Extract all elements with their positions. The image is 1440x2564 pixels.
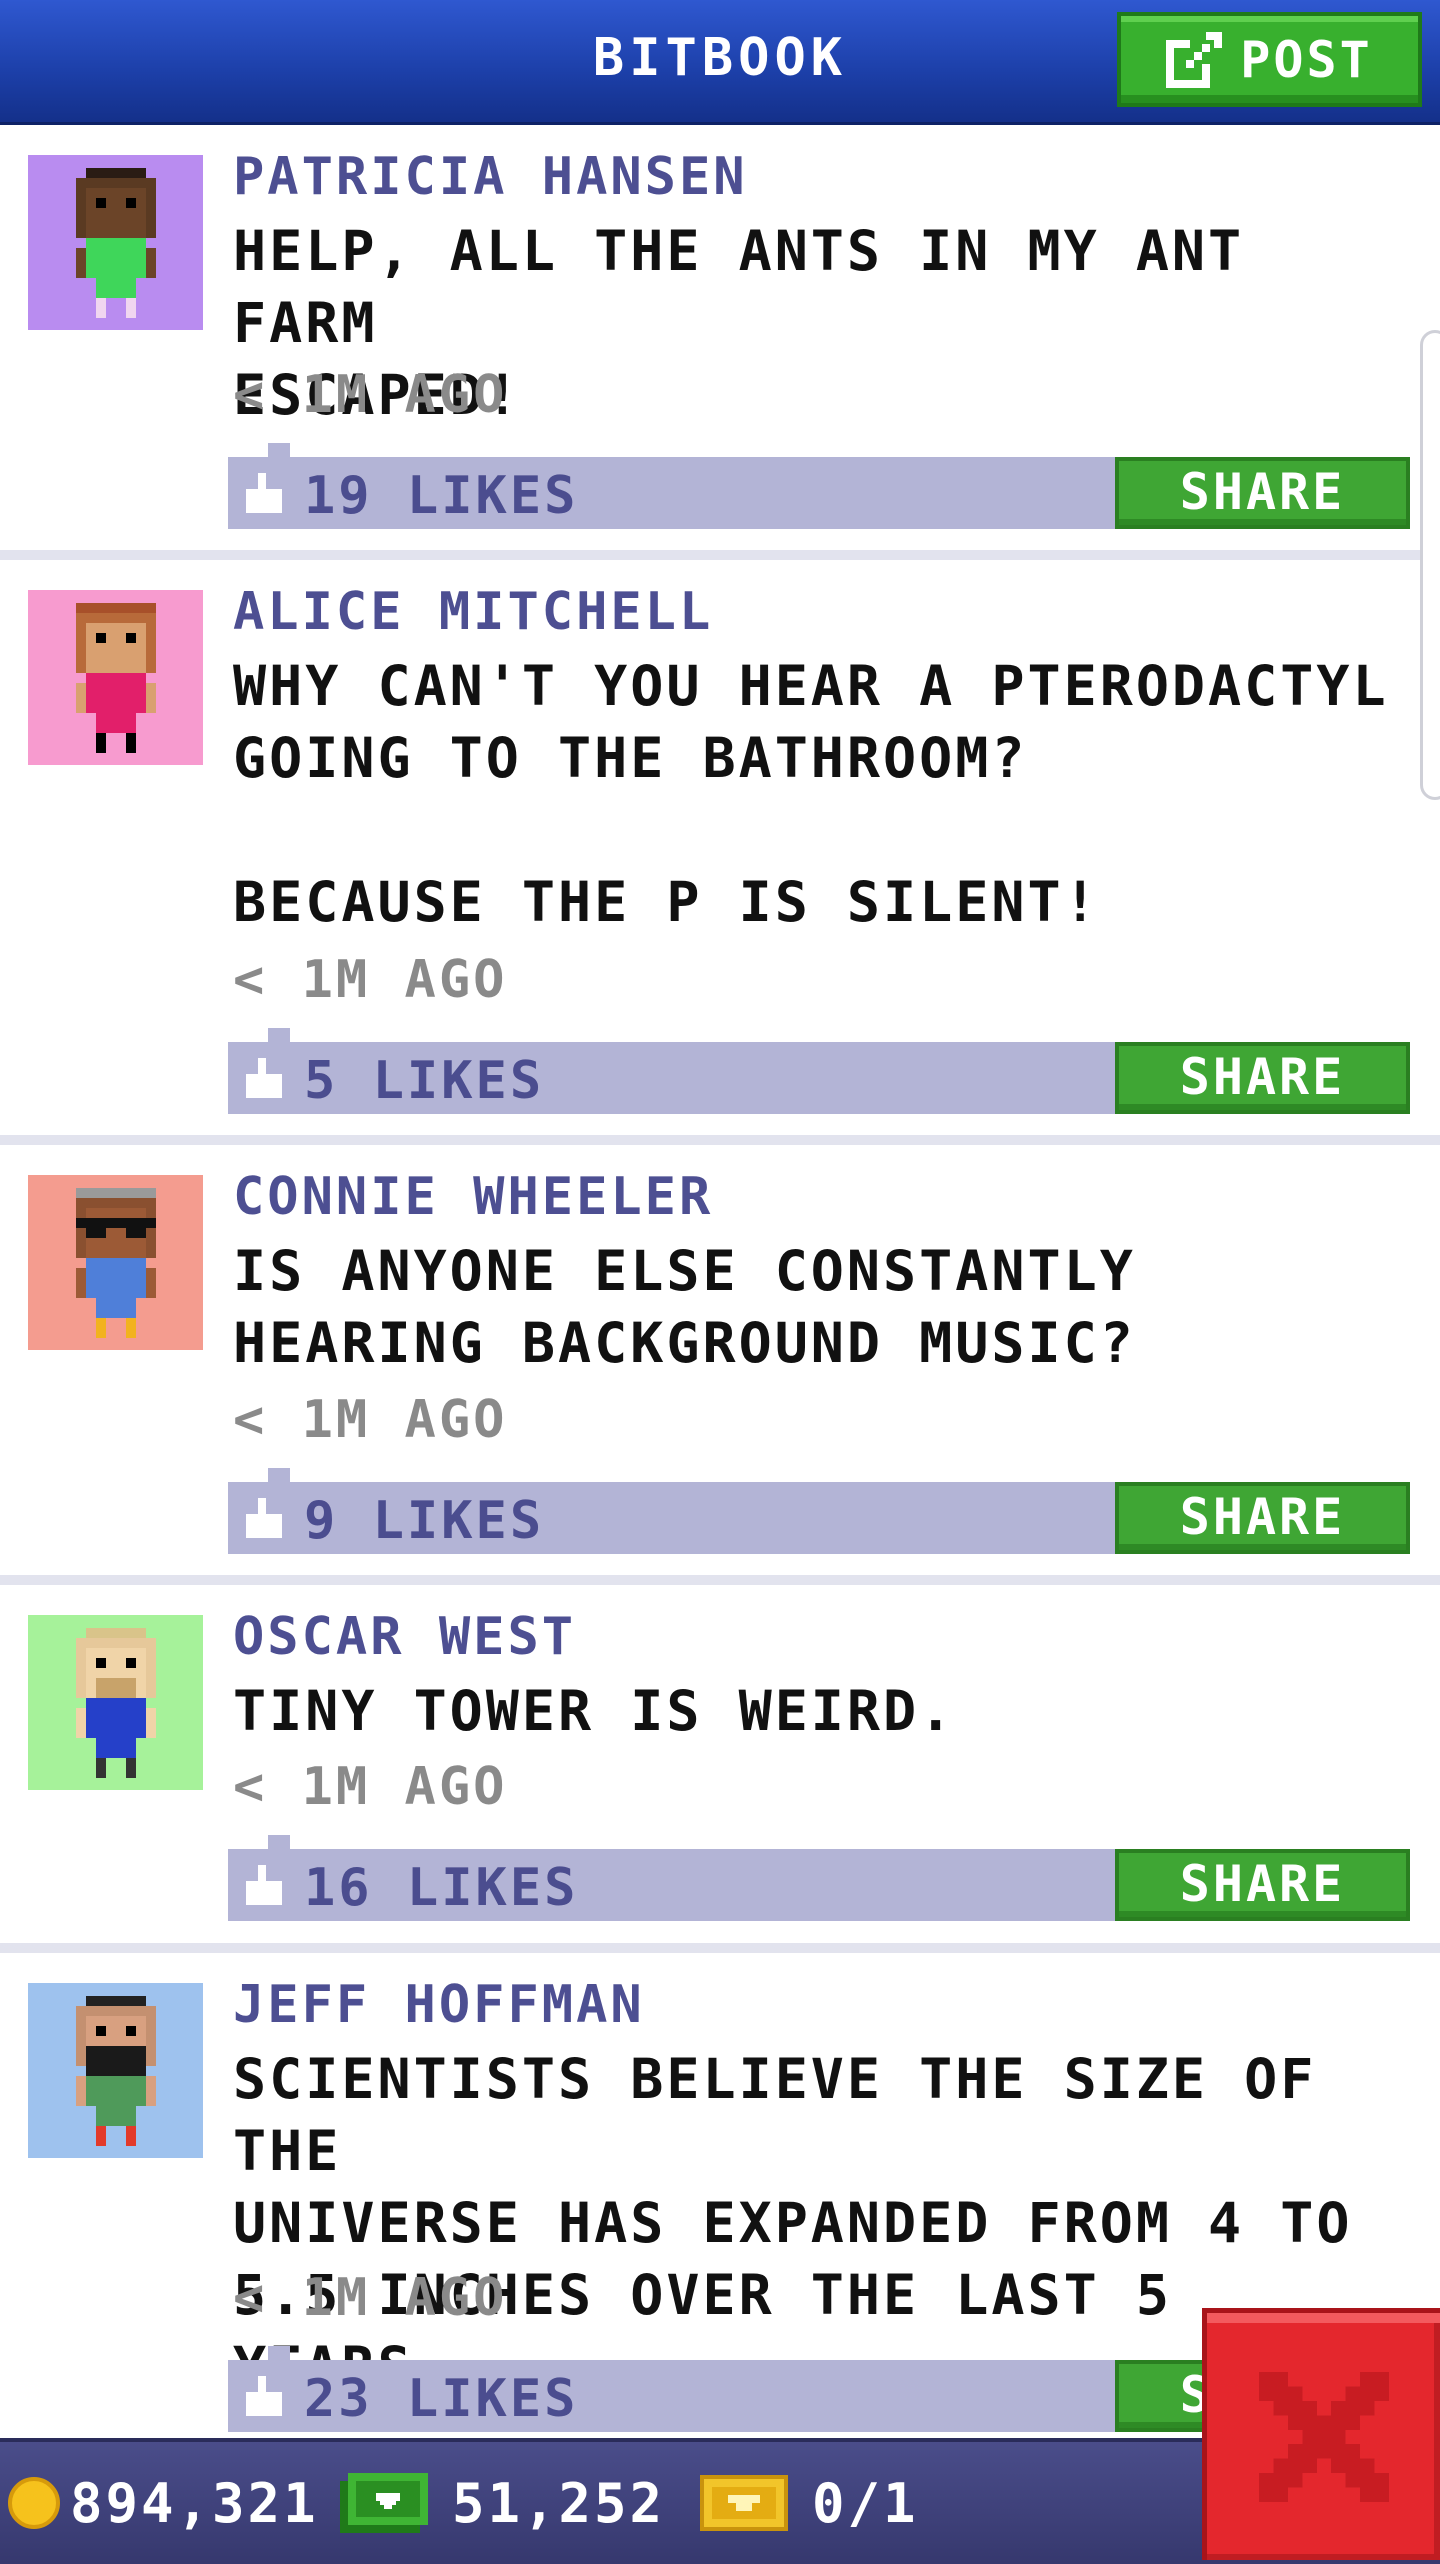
character-sprite bbox=[75, 1995, 156, 2146]
character-sprite bbox=[75, 1627, 156, 1778]
thumbs-up-icon[interactable] bbox=[242, 1865, 286, 1905]
post-author[interactable]: OSCAR WEST bbox=[233, 1607, 576, 1667]
like-count: 23 LIKES bbox=[304, 2369, 579, 2429]
close-button[interactable] bbox=[1202, 2308, 1440, 2560]
post-timestamp: < 1M AGO bbox=[233, 365, 508, 425]
tickets-stat: 0/1 bbox=[700, 2442, 919, 2564]
post-author[interactable]: JEFF HOFFMAN bbox=[233, 1975, 645, 2035]
avatar bbox=[28, 1615, 203, 1790]
close-icon bbox=[1258, 2371, 1389, 2502]
post-author[interactable]: CONNIE WHEELER bbox=[233, 1167, 713, 1227]
avatar bbox=[28, 155, 203, 330]
like-bar: 5 LIKES SHARE bbox=[228, 1028, 1410, 1114]
share-button[interactable]: SHARE bbox=[1115, 1849, 1410, 1921]
post-text: WHY CAN'T YOU HEAR A PTERODACTYL GOING T… bbox=[233, 654, 1389, 934]
like-count: 5 LIKES bbox=[304, 1051, 545, 1111]
share-button[interactable]: SHARE bbox=[1115, 457, 1410, 529]
coin-icon bbox=[8, 2477, 60, 2529]
ticket-count: 0/1 bbox=[812, 2471, 919, 2535]
avatar bbox=[28, 1175, 203, 1350]
golden-ticket-icon bbox=[700, 2475, 788, 2531]
thumbs-up-icon[interactable] bbox=[242, 473, 286, 513]
post-button-label: POST bbox=[1240, 30, 1373, 89]
thumbs-up-icon[interactable] bbox=[242, 1498, 286, 1538]
coin-count: 894,321 bbox=[70, 2471, 319, 2535]
like-count: 19 LIKES bbox=[304, 466, 579, 526]
post-timestamp: < 1M AGO bbox=[233, 1757, 508, 1817]
character-sprite bbox=[75, 167, 156, 318]
coins-stat: 894,321 bbox=[8, 2442, 319, 2564]
character-sprite bbox=[75, 602, 156, 753]
share-button[interactable]: SHARE bbox=[1115, 1042, 1410, 1114]
post-text: IS ANYONE ELSE CONSTANTLY HEARING BACKGR… bbox=[233, 1239, 1136, 1375]
avatar bbox=[28, 590, 203, 765]
compose-icon bbox=[1166, 31, 1223, 88]
post-timestamp: < 1M AGO bbox=[233, 950, 508, 1010]
thumbs-up-icon[interactable] bbox=[242, 1058, 286, 1098]
avatar bbox=[28, 1983, 203, 2158]
feed-post: PATRICIA HANSEN HELP, ALL THE ANTS IN MY… bbox=[0, 125, 1440, 560]
like-bar: 16 LIKES SHARE bbox=[228, 1835, 1410, 1921]
app-header: BITBOOK POST bbox=[0, 0, 1440, 125]
bux-count: 51,252 bbox=[452, 2471, 666, 2535]
like-count: 9 LIKES bbox=[304, 1491, 545, 1551]
bux-icon bbox=[340, 2473, 428, 2533]
post-button[interactable]: POST bbox=[1117, 12, 1422, 107]
bux-stat: 51,252 bbox=[340, 2442, 665, 2564]
post-author[interactable]: ALICE MITCHELL bbox=[233, 582, 713, 642]
scroll-indicator[interactable] bbox=[1420, 330, 1440, 800]
like-bar: 19 LIKES SHARE bbox=[228, 443, 1410, 529]
feed-post: ALICE MITCHELL WHY CAN'T YOU HEAR A PTER… bbox=[0, 560, 1440, 1145]
like-bar: 9 LIKES SHARE bbox=[228, 1468, 1410, 1554]
post-text: TINY TOWER IS WEIRD. bbox=[233, 1679, 956, 1743]
feed-post: CONNIE WHEELER IS ANYONE ELSE CONSTANTLY… bbox=[0, 1145, 1440, 1585]
post-timestamp: < 1M AGO bbox=[233, 2268, 508, 2328]
share-button[interactable]: SHARE bbox=[1115, 1482, 1410, 1554]
post-timestamp: < 1M AGO bbox=[233, 1390, 508, 1450]
like-count: 16 LIKES bbox=[304, 1858, 579, 1918]
feed[interactable]: PATRICIA HANSEN HELP, ALL THE ANTS IN MY… bbox=[0, 125, 1440, 2473]
character-sprite bbox=[75, 1187, 156, 1338]
feed-post: OSCAR WEST TINY TOWER IS WEIRD. < 1M AGO… bbox=[0, 1585, 1440, 1953]
post-author[interactable]: PATRICIA HANSEN bbox=[233, 147, 748, 207]
thumbs-up-icon[interactable] bbox=[242, 2376, 286, 2416]
